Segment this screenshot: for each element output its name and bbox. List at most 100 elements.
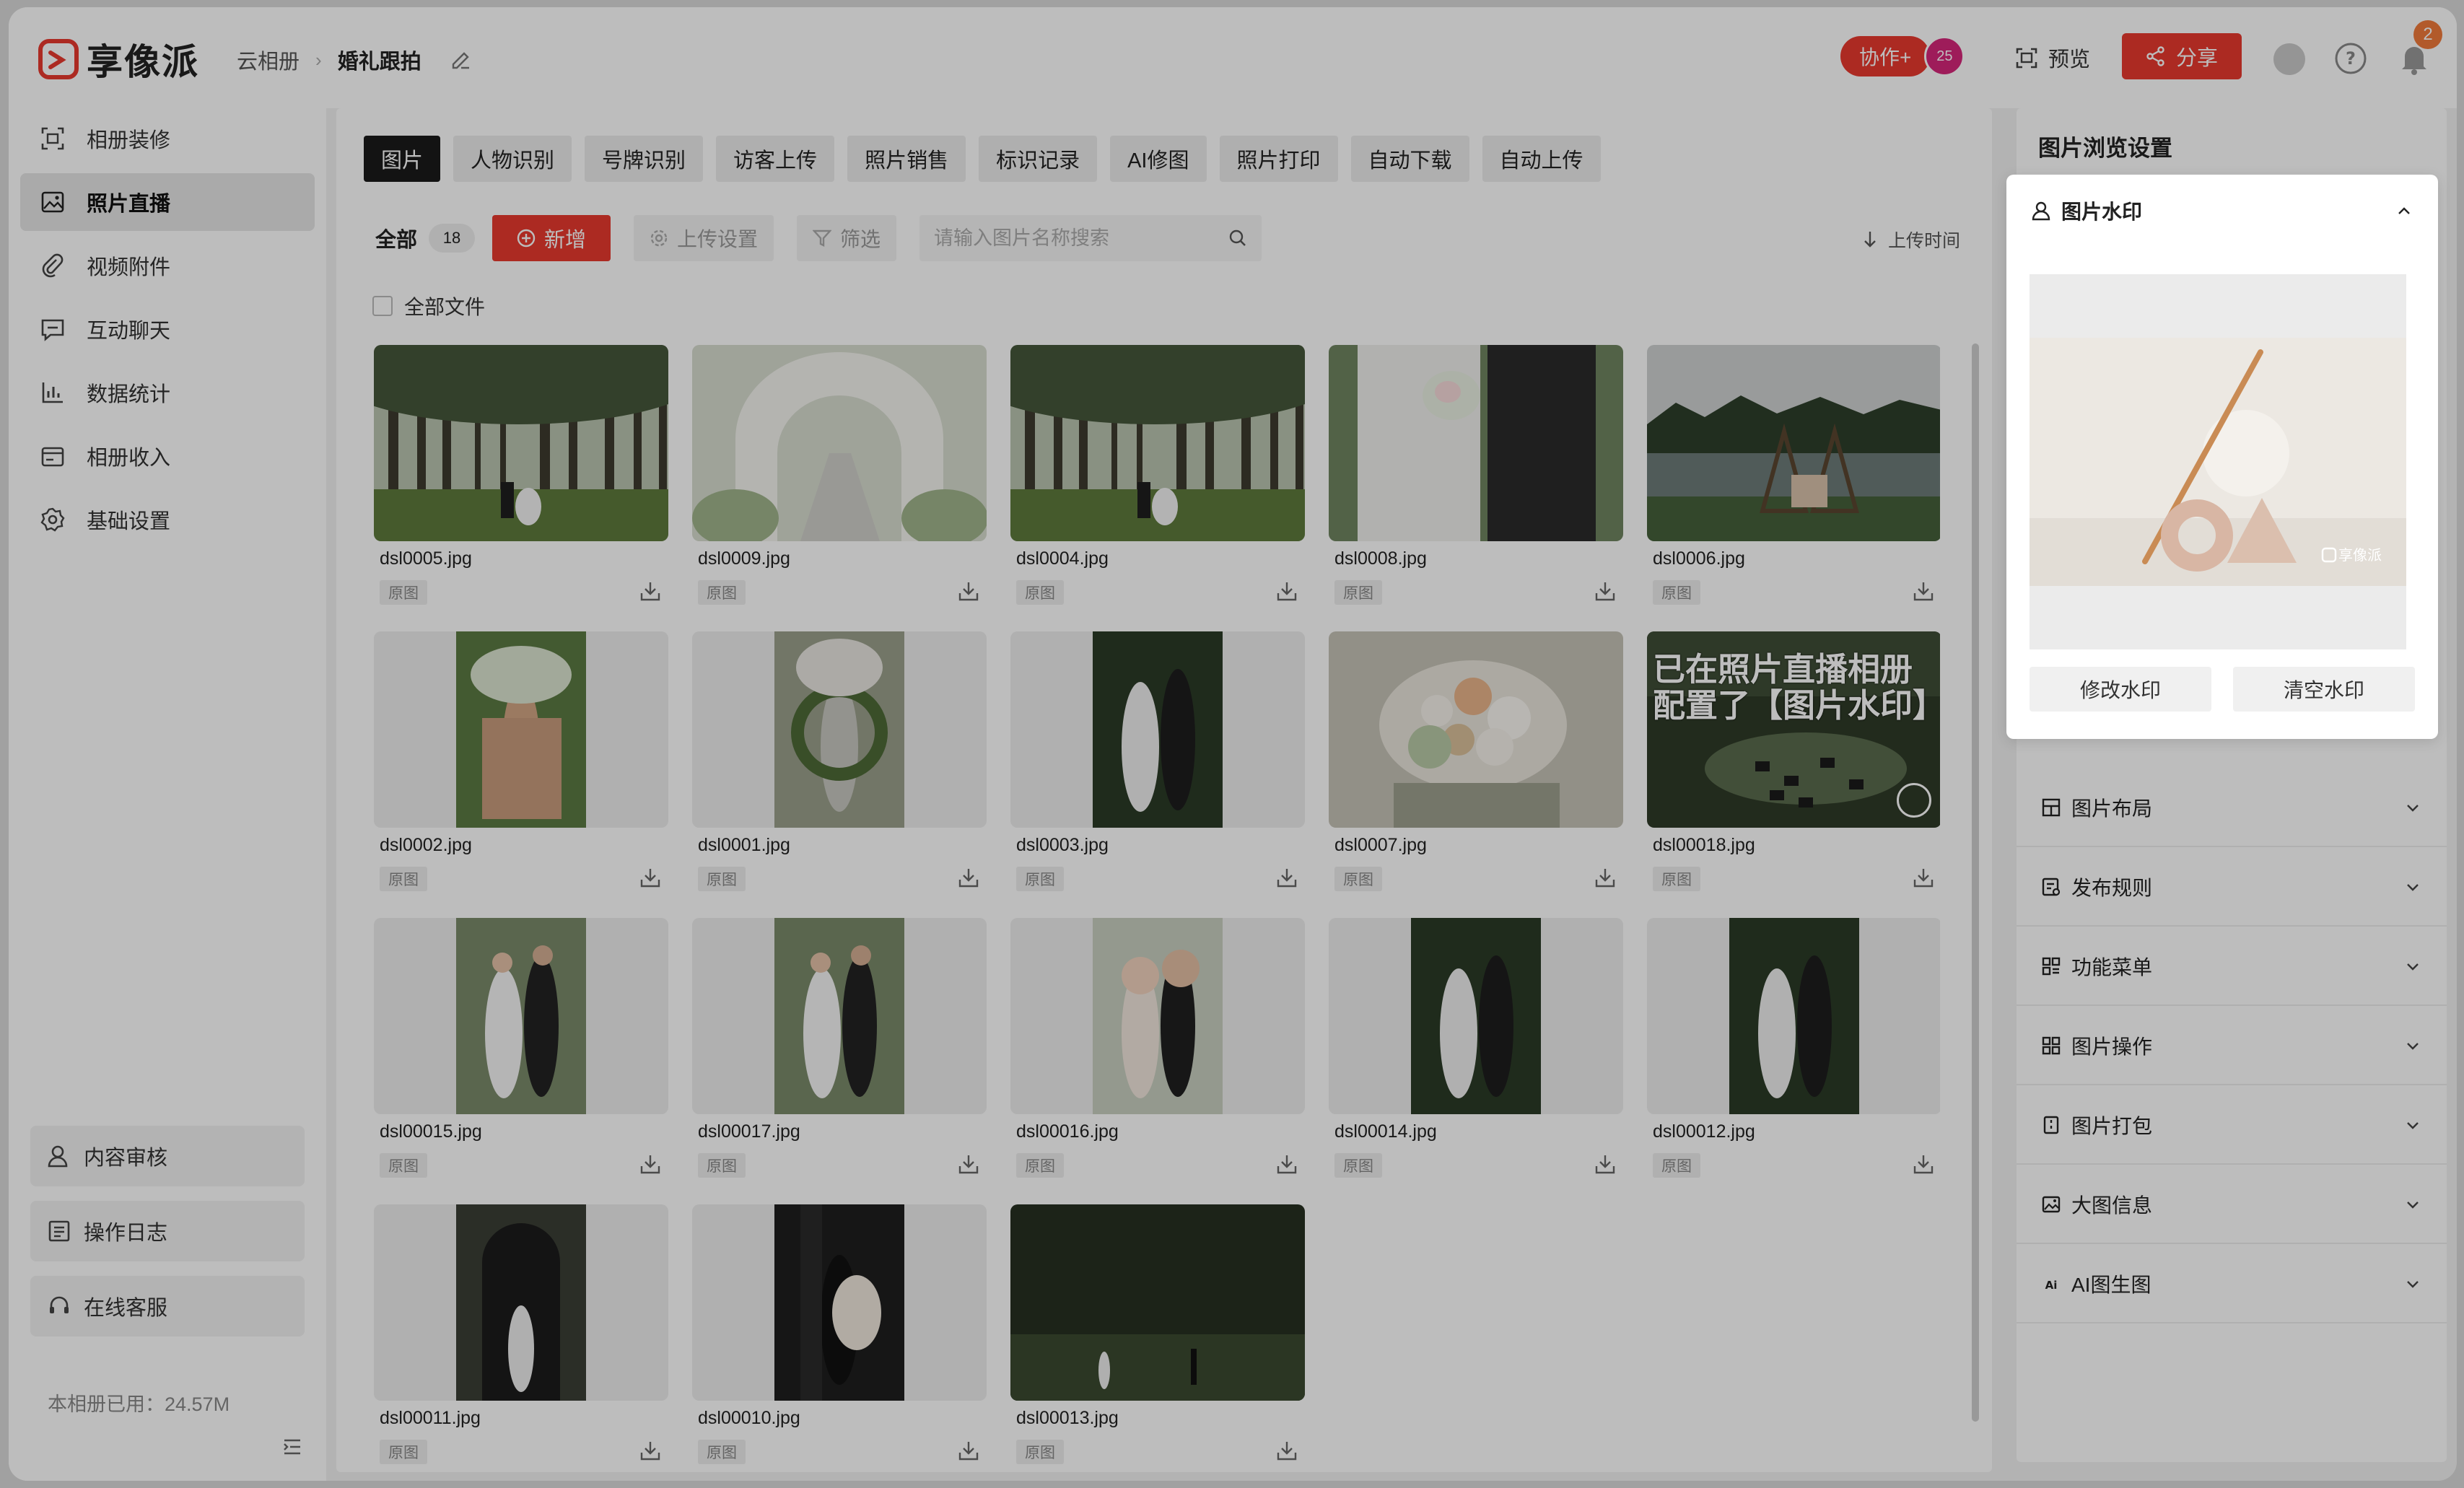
tab-0[interactable]: 图片 bbox=[364, 136, 441, 182]
photo-thumbnail[interactable] bbox=[692, 631, 987, 828]
photo-card[interactable]: dsl00010.jpg 原图 bbox=[692, 1204, 987, 1472]
operation-log-button[interactable]: 操作日志 bbox=[30, 1201, 305, 1261]
sidebar-item-chat[interactable]: 互动聊天 bbox=[20, 300, 315, 358]
filter-button[interactable]: 筛选 bbox=[797, 215, 897, 261]
collaborate-group[interactable]: 协作+ 25 bbox=[1840, 36, 1965, 76]
chevron-down-icon[interactable] bbox=[2403, 798, 2422, 817]
photo-thumbnail[interactable]: 已在照片直播相册 配置了【图片水印】 bbox=[1647, 631, 1940, 828]
scrollbar[interactable] bbox=[1972, 343, 1979, 1422]
download-icon[interactable] bbox=[1594, 580, 1616, 602]
download-icon[interactable] bbox=[1913, 1153, 1934, 1175]
photo-card[interactable]: dsl0006.jpg 原图 bbox=[1647, 345, 1940, 619]
panel-section-3[interactable]: 图片操作 bbox=[2017, 1007, 2447, 1085]
photo-card[interactable]: dsl0007.jpg 原图 bbox=[1329, 631, 1623, 906]
photo-thumbnail[interactable] bbox=[1010, 631, 1305, 828]
photo-thumbnail[interactable] bbox=[1329, 345, 1623, 541]
photo-card[interactable]: dsl00015.jpg 原图 bbox=[374, 918, 668, 1192]
photo-card[interactable]: dsl00017.jpg 原图 bbox=[692, 918, 987, 1192]
photo-thumbnail[interactable] bbox=[1010, 1204, 1305, 1401]
preview-button[interactable]: 预览 bbox=[2015, 38, 2090, 78]
sidebar-item-video[interactable]: 视频附件 bbox=[20, 237, 315, 294]
collaborate-button[interactable]: 协作+ bbox=[1840, 36, 1931, 76]
download-icon[interactable] bbox=[958, 867, 979, 888]
photo-thumbnail[interactable] bbox=[374, 918, 668, 1114]
select-all-checkbox[interactable] bbox=[372, 296, 393, 316]
panel-section-1[interactable]: 发布规则 bbox=[2017, 849, 2447, 927]
tab-9[interactable]: 自动上传 bbox=[1482, 136, 1601, 182]
photo-card[interactable]: dsl0009.jpg 原图 bbox=[692, 345, 987, 619]
photo-card[interactable]: dsl0004.jpg 原图 bbox=[1010, 345, 1305, 619]
online-support-button[interactable]: 在线客服 bbox=[30, 1276, 305, 1336]
download-icon[interactable] bbox=[1594, 1153, 1616, 1175]
download-icon[interactable] bbox=[639, 1153, 661, 1175]
edit-watermark-button[interactable]: 修改水印 bbox=[2030, 667, 2211, 712]
download-icon[interactable] bbox=[1276, 867, 1298, 888]
tab-2[interactable]: 号牌识别 bbox=[585, 136, 704, 182]
breadcrumb-root[interactable]: 云相册 bbox=[237, 45, 300, 75]
sidebar-item-live-photos[interactable]: 照片直播 bbox=[20, 173, 315, 231]
panel-section-0[interactable]: 图片布局 bbox=[2017, 769, 2447, 847]
panel-section-5[interactable]: 大图信息 bbox=[2017, 1166, 2447, 1244]
photo-card[interactable]: dsl00013.jpg 原图 bbox=[1010, 1204, 1305, 1472]
sidebar-item-decoration[interactable]: 相册装修 bbox=[20, 110, 315, 167]
photo-card[interactable]: dsl00016.jpg 原图 bbox=[1010, 918, 1305, 1192]
photo-thumbnail[interactable] bbox=[1647, 918, 1940, 1114]
download-icon[interactable] bbox=[1594, 867, 1616, 888]
download-icon[interactable] bbox=[639, 1440, 661, 1461]
photo-thumbnail[interactable] bbox=[1010, 345, 1305, 541]
download-icon[interactable] bbox=[639, 867, 661, 888]
search-input[interactable] bbox=[934, 227, 1209, 250]
tab-7[interactable]: 照片打印 bbox=[1219, 136, 1338, 182]
share-button[interactable]: 分享 bbox=[2122, 33, 2242, 79]
add-button[interactable]: 新增 bbox=[492, 215, 611, 261]
content-review-button[interactable]: 内容审核 bbox=[30, 1126, 305, 1186]
chevron-down-icon[interactable] bbox=[2403, 1116, 2422, 1134]
tab-8[interactable]: 自动下载 bbox=[1350, 136, 1469, 182]
photo-card[interactable]: dsl0005.jpg 原图 bbox=[374, 345, 668, 619]
photo-thumbnail[interactable] bbox=[1010, 918, 1305, 1114]
download-icon[interactable] bbox=[639, 580, 661, 602]
photo-thumbnail[interactable] bbox=[374, 631, 668, 828]
panel-section-2[interactable]: 功能菜单 bbox=[2017, 928, 2447, 1006]
download-icon[interactable] bbox=[958, 1153, 979, 1175]
photo-card[interactable]: dsl0003.jpg 原图 bbox=[1010, 631, 1305, 906]
panel-section-4[interactable]: 图片打包 bbox=[2017, 1087, 2447, 1165]
photo-thumbnail[interactable] bbox=[692, 345, 987, 541]
tab-3[interactable]: 访客上传 bbox=[716, 136, 835, 182]
photo-card[interactable]: dsl0001.jpg 原图 bbox=[692, 631, 987, 906]
photo-card[interactable]: dsl0002.jpg 原图 bbox=[374, 631, 668, 906]
sidebar-item-settings[interactable]: 基础设置 bbox=[20, 491, 315, 548]
photo-card[interactable]: dsl00011.jpg 原图 bbox=[374, 1204, 668, 1472]
photo-card[interactable]: dsl00012.jpg 原图 bbox=[1647, 918, 1940, 1192]
upload-settings-button[interactable]: 上传设置 bbox=[634, 215, 774, 261]
all-filter[interactable]: 全部 bbox=[375, 223, 417, 253]
tab-1[interactable]: 人物识别 bbox=[453, 136, 572, 182]
sidebar-item-stats[interactable]: 数据统计 bbox=[20, 364, 315, 421]
tab-6[interactable]: AI修图 bbox=[1110, 136, 1207, 182]
photo-thumbnail[interactable] bbox=[1329, 918, 1623, 1114]
logo[interactable]: 享像派 bbox=[38, 33, 199, 85]
download-icon[interactable] bbox=[958, 580, 979, 602]
download-icon[interactable] bbox=[958, 1440, 979, 1461]
clear-watermark-button[interactable]: 清空水印 bbox=[2233, 667, 2415, 712]
watermark-header[interactable]: 图片水印 bbox=[2031, 196, 2413, 225]
download-icon[interactable] bbox=[1276, 1440, 1298, 1461]
sidebar-item-income[interactable]: 相册收入 bbox=[20, 427, 315, 485]
photo-thumbnail[interactable] bbox=[374, 345, 668, 541]
download-icon[interactable] bbox=[1276, 1153, 1298, 1175]
photo-thumbnail[interactable] bbox=[374, 1204, 668, 1401]
photo-thumbnail[interactable] bbox=[692, 1204, 987, 1401]
photo-card[interactable]: dsl00014.jpg 原图 bbox=[1329, 918, 1623, 1192]
edit-icon[interactable] bbox=[450, 49, 472, 71]
photo-thumbnail[interactable] bbox=[1647, 345, 1940, 541]
chevron-down-icon[interactable] bbox=[2403, 878, 2422, 896]
download-icon[interactable] bbox=[1913, 580, 1934, 602]
photo-card[interactable]: dsl0008.jpg 原图 bbox=[1329, 345, 1623, 619]
photo-thumbnail[interactable] bbox=[1329, 631, 1623, 828]
chevron-down-icon[interactable] bbox=[2403, 1274, 2422, 1293]
avatar[interactable] bbox=[2273, 43, 2305, 75]
sort-button[interactable]: 上传时间 bbox=[1862, 227, 1960, 253]
search-icon[interactable] bbox=[1228, 229, 1247, 248]
select-all[interactable]: 全部文件 bbox=[372, 292, 485, 320]
download-icon[interactable] bbox=[1276, 580, 1298, 602]
